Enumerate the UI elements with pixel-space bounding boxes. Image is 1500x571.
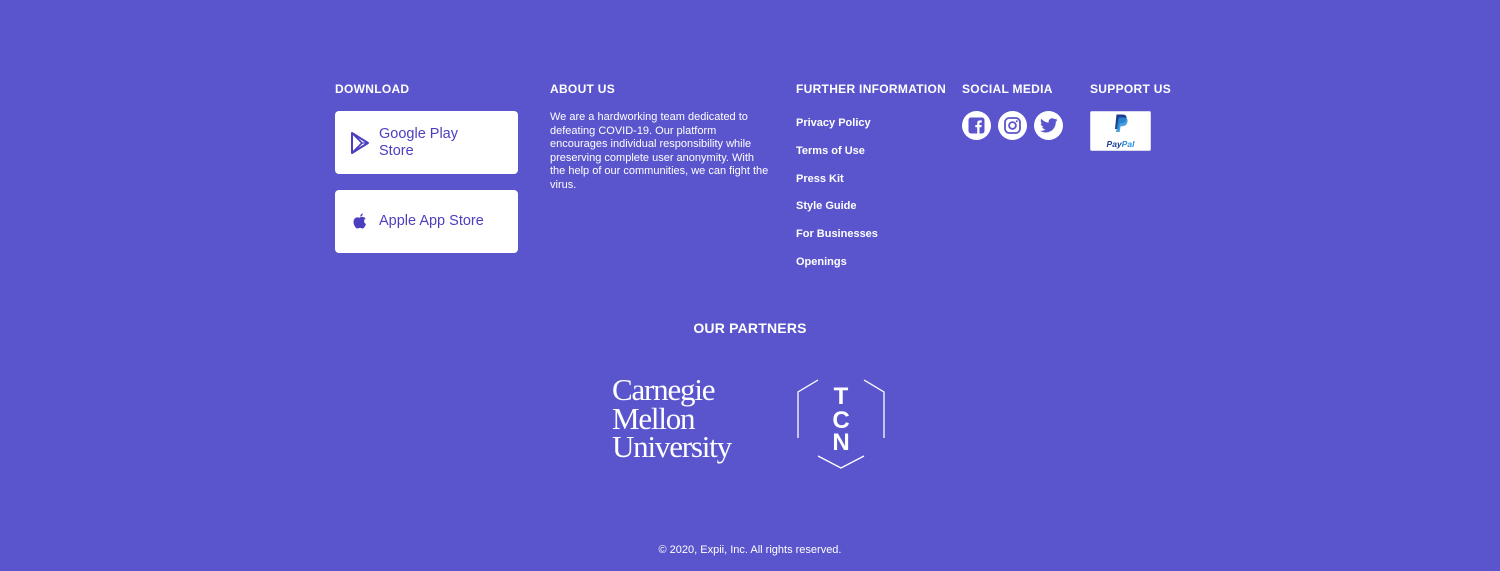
- apple-icon: [349, 210, 371, 234]
- openings-link[interactable]: Openings: [796, 256, 956, 269]
- social-icons-row: [962, 111, 1082, 140]
- paypal-button[interactable]: PayPal: [1090, 111, 1151, 151]
- support-heading: SUPPORT US: [1090, 82, 1172, 96]
- social-media-section: SOCIAL MEDIA: [962, 82, 1082, 140]
- paypal-icon: [1113, 114, 1129, 138]
- partners-heading: OUR PARTNERS: [693, 320, 807, 336]
- apple-app-store-button[interactable]: Apple App Store: [335, 190, 518, 253]
- tcn-letter: N: [832, 429, 849, 456]
- tcn-letter: T: [834, 383, 849, 410]
- for-businesses-link[interactable]: For Businesses: [796, 228, 956, 241]
- tcn-logo[interactable]: T C N: [796, 378, 886, 470]
- about-text: We are a hardworking team dedicated to d…: [550, 111, 769, 191]
- paypal-wordmark: PayPal: [1106, 138, 1135, 149]
- about-heading: ABOUT US: [550, 82, 616, 96]
- support-section: SUPPORT US PayPal: [1090, 82, 1180, 151]
- carnegie-mellon-logo[interactable]: Carnegie Mellon University: [612, 374, 762, 464]
- google-play-store-label: Google Play Store: [379, 125, 458, 159]
- privacy-policy-link[interactable]: Privacy Policy: [796, 117, 956, 130]
- social-media-heading: SOCIAL MEDIA: [962, 82, 1053, 96]
- further-info-section: FURTHER INFORMATION Privacy Policy Terms…: [796, 82, 956, 284]
- twitter-icon[interactable]: [1034, 111, 1063, 140]
- press-kit-link[interactable]: Press Kit: [796, 173, 956, 186]
- about-section: ABOUT US We are a hardworking team dedic…: [550, 82, 772, 192]
- download-section: DOWNLOAD Google Play Store Apple App Sto…: [335, 82, 519, 269]
- copyright-text: © 2020, Expii, Inc. All rights reserved.: [658, 544, 842, 556]
- download-heading: DOWNLOAD: [335, 82, 410, 96]
- terms-of-use-link[interactable]: Terms of Use: [796, 145, 956, 158]
- further-info-heading: FURTHER INFORMATION: [796, 82, 947, 96]
- google-play-icon: [349, 131, 371, 155]
- apple-app-store-label: Apple App Store: [379, 213, 484, 229]
- style-guide-link[interactable]: Style Guide: [796, 200, 956, 213]
- facebook-icon[interactable]: [962, 111, 991, 140]
- cmu-logo-line: University: [612, 429, 732, 464]
- instagram-icon[interactable]: [998, 111, 1027, 140]
- google-play-store-button[interactable]: Google Play Store: [335, 111, 518, 174]
